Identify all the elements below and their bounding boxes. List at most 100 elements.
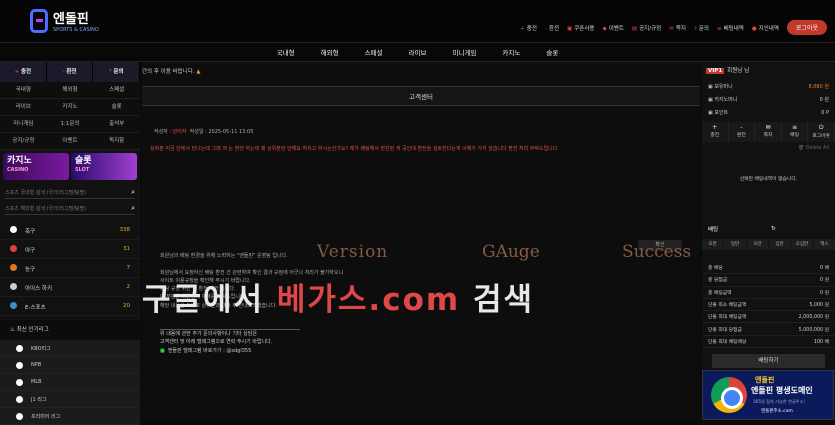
sport-item-basketball[interactable]: 농구 7 bbox=[0, 259, 140, 278]
menu-item[interactable]: 슬롯 bbox=[93, 99, 140, 116]
topnav-notice[interactable]: ▤ 공지/규정 bbox=[632, 24, 661, 32]
bet-summary-row: 단폴 최대 배팅금액 2,000,000 원 bbox=[702, 311, 835, 324]
domain-ad-banner[interactable]: 엔돌핀 엔돌핀 평생도메인 365일 접속 가능한 한글주소! 엔돌핀주소.co… bbox=[702, 370, 834, 420]
betting-button[interactable]: ≡ 배팅 bbox=[781, 122, 809, 142]
trash-icon: 🗑 bbox=[798, 146, 805, 151]
telegram-link[interactable]: 엔돌핀 텔레그램 바로가기 : @sdgl355 bbox=[168, 348, 252, 354]
soccer-ball-icon bbox=[16, 412, 23, 420]
menu-item[interactable]: 미니게임 bbox=[0, 116, 47, 133]
notice-icon: ▤ bbox=[631, 25, 638, 32]
menu-item[interactable]: 라이브 bbox=[0, 99, 47, 116]
chip-button[interactable]: 십만 bbox=[769, 239, 791, 250]
baseball-icon bbox=[16, 361, 23, 369]
logo-subtitle: SPORTS & CASINO bbox=[53, 27, 99, 33]
menu-item[interactable]: 공지/규정 bbox=[0, 133, 47, 150]
logout-button-side[interactable]: ⏻ 로그아웃 bbox=[808, 122, 835, 142]
minus-icon: - bbox=[544, 25, 547, 32]
topnav-message[interactable]: ✉ 쪽지 bbox=[669, 24, 686, 32]
list-icon: ≡ bbox=[716, 25, 722, 32]
chip-button[interactable]: 오만 bbox=[702, 239, 724, 250]
mail-icon: ✉ bbox=[765, 124, 771, 131]
topnav-inquiry[interactable]: ? 문의 bbox=[694, 24, 709, 32]
bet-summary-row: 단폴 최대 배팅배당 100 배 bbox=[702, 336, 835, 349]
menu-item[interactable]: 국내형 bbox=[0, 82, 47, 99]
delete-all-button[interactable]: 🗑 Delete All bbox=[702, 142, 835, 155]
menu-item[interactable]: 독지함 bbox=[93, 133, 140, 150]
nav-live[interactable]: 라이브 bbox=[409, 47, 427, 57]
baseball-icon bbox=[16, 344, 23, 352]
nav-overseas[interactable]: 해외형 bbox=[321, 47, 339, 57]
inquiry-button[interactable]: ? 문의 bbox=[93, 62, 141, 82]
hockey-icon bbox=[10, 282, 17, 290]
nav-minigame[interactable]: 미니게임 bbox=[452, 47, 476, 57]
chip-button[interactable]: 오십만 bbox=[791, 239, 813, 250]
topnav-referral[interactable]: ● 지인내역 bbox=[752, 24, 779, 32]
chip-button[interactable]: 오만 bbox=[746, 239, 768, 250]
casino-money-row: ▣ 카지노머니 0 원 bbox=[708, 97, 829, 103]
menu-item[interactable]: 이벤트 bbox=[46, 133, 94, 150]
charge-button[interactable]: + 충전 bbox=[702, 122, 729, 142]
logo-mark-icon bbox=[30, 8, 48, 33]
esports-icon bbox=[10, 301, 17, 309]
league-item[interactable]: KBO리그 bbox=[0, 340, 140, 357]
withdraw-button[interactable]: - 환전 bbox=[47, 62, 94, 82]
basketball-icon bbox=[10, 263, 17, 271]
message-button[interactable]: ✉ 쪽지 bbox=[755, 122, 782, 142]
league-item[interactable]: MLB bbox=[0, 374, 140, 391]
search-icon[interactable]: ⌕ bbox=[131, 188, 135, 197]
mail-icon: ✉ bbox=[669, 25, 674, 32]
user-icon: ● bbox=[751, 25, 757, 32]
refresh-icon[interactable]: ↻ bbox=[771, 226, 776, 232]
topnav-withdraw[interactable]: - 환전 bbox=[545, 24, 559, 32]
watermark-word: GAuge bbox=[482, 242, 540, 262]
domestic-search-input[interactable]: 스포츠 국내형 검색 (국가/리그명/팀명) ⌕ bbox=[5, 187, 135, 199]
question-icon: ? bbox=[693, 25, 697, 32]
chip-button[interactable]: 일만 bbox=[724, 239, 746, 250]
point-row: ▣ 포인트 0 P bbox=[708, 109, 829, 117]
sport-item-baseball[interactable]: 야구 31 bbox=[0, 240, 140, 259]
league-item[interactable]: J1 리그 bbox=[0, 391, 140, 408]
menu-item[interactable]: 카지노 bbox=[46, 99, 94, 116]
flame-icon: ♨ bbox=[10, 327, 17, 333]
topnav-bet-history[interactable]: ≡ 배팅내역 bbox=[717, 24, 744, 32]
bet-header: 배팅 ↻ bbox=[708, 225, 776, 233]
menu-item[interactable]: 스페셜 bbox=[93, 82, 140, 99]
overseas-search-input[interactable]: 스포츠 해외형 검색 (국가/리그명/팀명) ⌕ bbox=[5, 203, 135, 215]
bet-summary-row: 단폴 최대 당첨금 5,000,000 원 bbox=[702, 323, 835, 336]
sport-item-soccer[interactable]: 축구 338 bbox=[0, 221, 140, 240]
vip-badge: VIP1 bbox=[706, 68, 725, 74]
nav-casino[interactable]: 카지노 bbox=[502, 47, 520, 57]
search-icon[interactable]: ⌕ bbox=[131, 204, 135, 213]
baseball-icon bbox=[10, 244, 17, 252]
topnav-coupon[interactable]: ▣ 쿠폰사용 bbox=[567, 24, 594, 32]
casino-banner[interactable]: 카지노 CASINO bbox=[3, 153, 69, 180]
chip-button[interactable]: 맥스 bbox=[813, 239, 835, 250]
bet-summary-row: 단폴 최소 배팅금액 5,000 원 bbox=[702, 299, 835, 312]
league-item[interactable]: 프리미어 리그 bbox=[0, 408, 140, 425]
menu-item[interactable]: 출석부 bbox=[93, 116, 140, 133]
gift-icon: ◆ bbox=[602, 25, 607, 32]
chrome-icon bbox=[711, 377, 747, 413]
nav-special[interactable]: 스페셜 bbox=[365, 47, 383, 57]
menu-item[interactable]: 1:1문의 bbox=[46, 116, 94, 133]
topnav-deposit[interactable]: + 충전 bbox=[520, 24, 537, 32]
logout-button[interactable]: 로그아웃 bbox=[786, 20, 827, 35]
league-item[interactable]: NPB bbox=[0, 357, 140, 374]
exchange-button[interactable]: - 환전 bbox=[728, 122, 756, 142]
menu-item[interactable]: 해외형 bbox=[46, 82, 94, 99]
deposit-button[interactable]: + 충전 bbox=[0, 62, 47, 82]
logo-name: 엔돌핀 bbox=[53, 12, 89, 27]
user-info: VIP1 회원님 님 bbox=[706, 68, 750, 74]
sport-item-icehockey[interactable]: 아이스 하키 2 bbox=[0, 278, 140, 297]
slot-banner[interactable]: 슬롯 SLOT bbox=[71, 153, 137, 180]
place-bet-button[interactable]: 배팅하기 bbox=[712, 354, 825, 369]
nav-slot[interactable]: 슬롯 bbox=[546, 47, 558, 57]
list-icon: ≡ bbox=[792, 124, 798, 131]
nav-domestic[interactable]: 국내형 bbox=[277, 47, 295, 57]
post-meta: 작성자 : 관리자 작성일 : 2025-05-11 13:05 bbox=[154, 129, 254, 135]
sport-item-esports[interactable]: E-스포츠 20 bbox=[0, 297, 140, 316]
watermark-banner: 구글에서 베가스.com 검색 bbox=[142, 282, 535, 318]
topnav-event[interactable]: ◆ 이벤트 bbox=[602, 24, 623, 32]
balance-row: ▣ 보유머니 8,080 원 bbox=[708, 84, 829, 90]
site-logo[interactable]: 엔돌핀 SPORTS & CASINO bbox=[30, 8, 99, 33]
